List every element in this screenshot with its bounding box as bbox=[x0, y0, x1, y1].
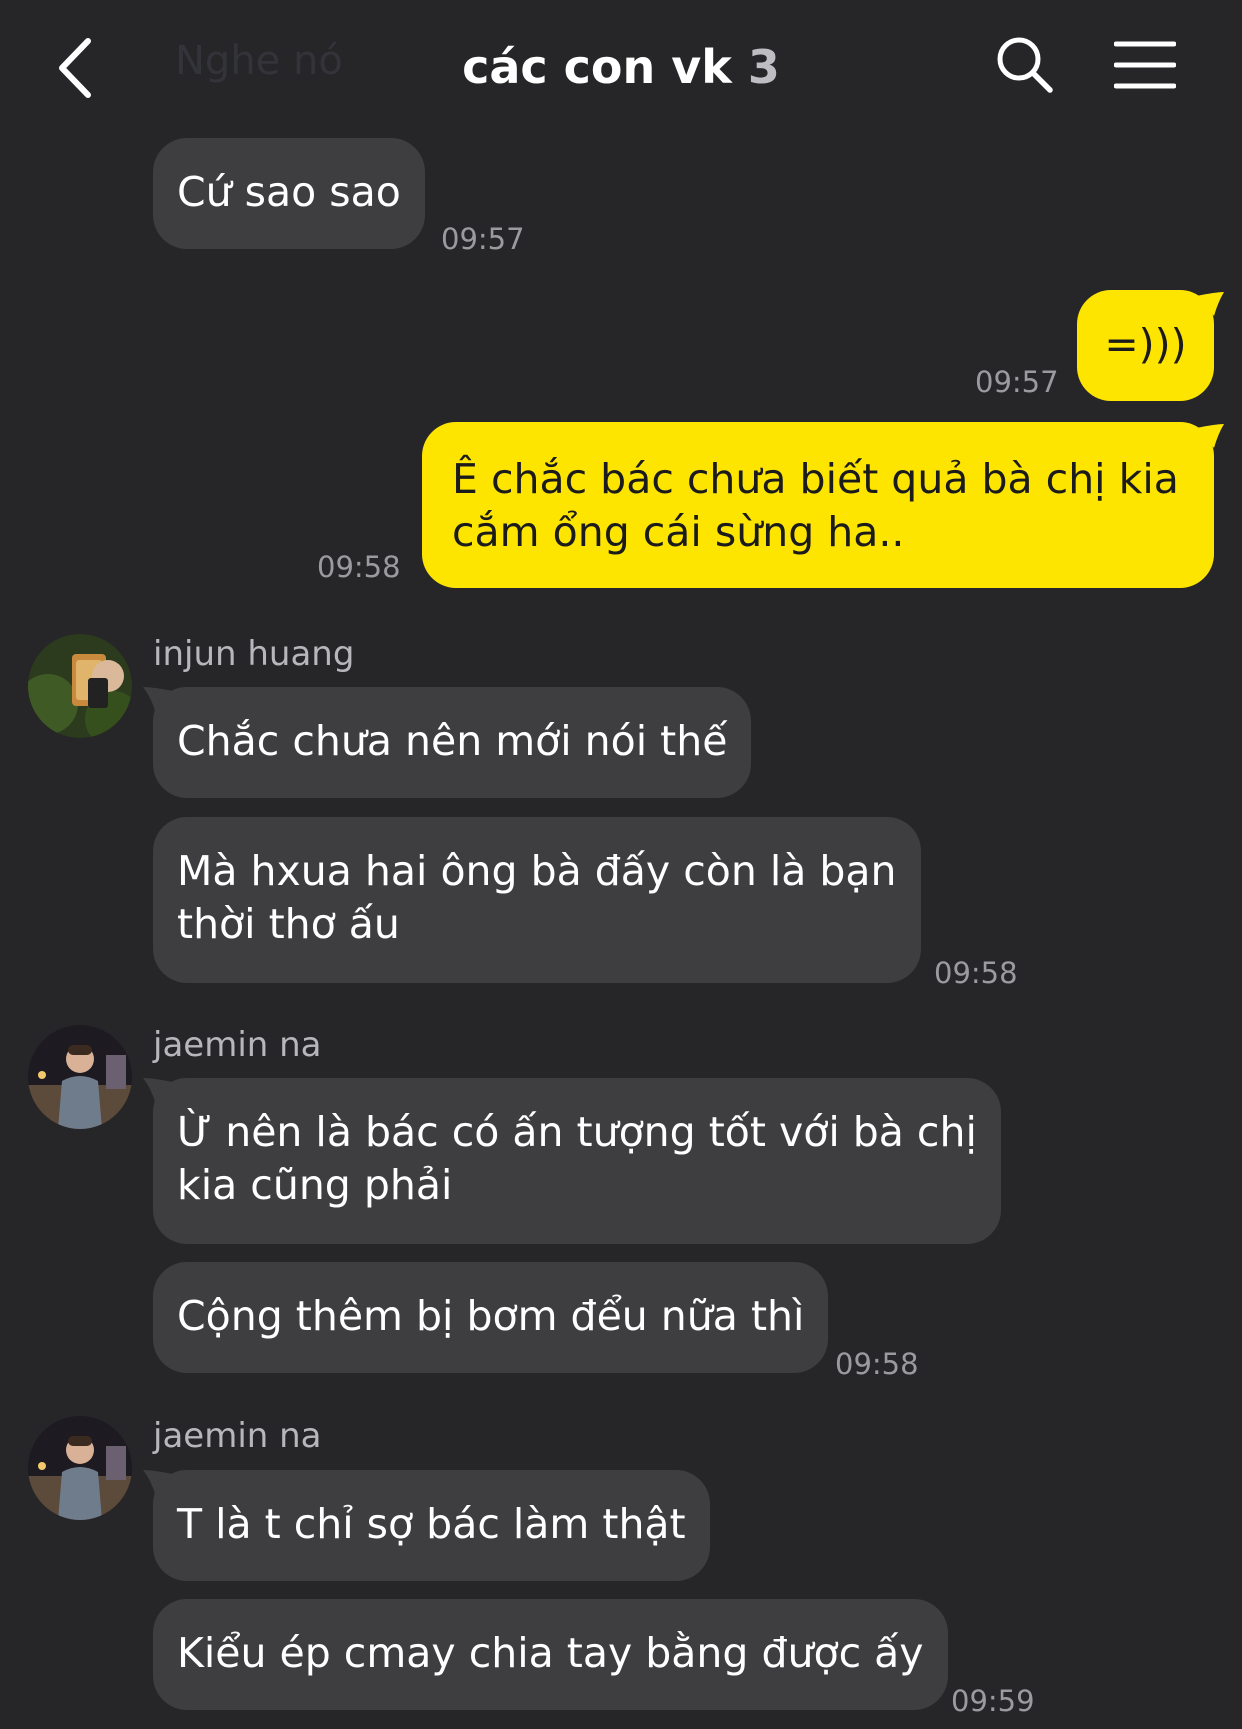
message-text: T là t chỉ sợ bác làm thật bbox=[177, 1500, 686, 1548]
message-bubble[interactable]: Kiểu ép cmay chia tay bằng được ấy bbox=[153, 1599, 948, 1710]
message-bubble[interactable]: Ê chắc bác chưa biết quả bà chị kia cắm … bbox=[422, 422, 1214, 588]
message-text: Cộng thêm bị bơm đểu nữa thì bbox=[177, 1292, 805, 1340]
member-count: 3 bbox=[747, 40, 780, 94]
bubble-tail bbox=[1196, 424, 1224, 448]
message-text: Chắc chưa nên mới nói thế bbox=[177, 717, 728, 765]
message-bubble[interactable]: Cộng thêm bị bơm đểu nữa thì bbox=[153, 1262, 829, 1373]
message-text-line: cắm ổng cái sừng ha.. bbox=[452, 508, 905, 556]
message-bubble[interactable]: Mà hxua hai ông bà đấy còn là bạn thời t… bbox=[153, 817, 921, 983]
message-text: =))) bbox=[1104, 320, 1187, 368]
message-text-line: Ê chắc bác chưa biết quả bà chị kia bbox=[452, 455, 1179, 503]
message-time: 09:59 bbox=[951, 1684, 1035, 1718]
chat-title-name: các con vk bbox=[462, 40, 732, 94]
message-time: 09:58 bbox=[934, 956, 1018, 990]
message-bubble[interactable]: Ừ nên là bác có ấn tượng tốt với bà chị … bbox=[153, 1078, 1001, 1244]
message-text: Cứ sao sao bbox=[177, 168, 401, 216]
chat-header: Nghe nó các con vk 3 bbox=[0, 0, 1242, 130]
menu-button[interactable] bbox=[1113, 40, 1177, 90]
avatar-photo bbox=[28, 634, 132, 738]
sender-name: jaemin na bbox=[153, 1025, 322, 1065]
message-time: 09:57 bbox=[441, 222, 525, 256]
message-time: 09:57 bbox=[975, 365, 1059, 399]
bubble-tail bbox=[1196, 292, 1224, 316]
message-text-line: Mà hxua hai ông bà đấy còn là bạn bbox=[177, 847, 897, 895]
message-bubble[interactable]: T là t chỉ sợ bác làm thật bbox=[153, 1470, 710, 1581]
message-time: 09:58 bbox=[835, 1347, 919, 1381]
avatar[interactable] bbox=[28, 634, 132, 738]
message-text-line: thời thơ ấu bbox=[177, 900, 400, 948]
avatar-photo bbox=[28, 1416, 132, 1520]
avatar-photo bbox=[28, 1025, 132, 1129]
search-button[interactable] bbox=[995, 35, 1055, 95]
avatar[interactable] bbox=[28, 1025, 132, 1129]
search-icon bbox=[997, 37, 1053, 93]
chat-title[interactable]: các con vk 3 bbox=[0, 40, 1242, 94]
sender-name: injun huang bbox=[153, 634, 355, 674]
avatar[interactable] bbox=[28, 1416, 132, 1520]
message-text-line: kia cũng phải bbox=[177, 1161, 453, 1209]
message-bubble[interactable]: =))) bbox=[1077, 290, 1214, 401]
message-bubble[interactable]: Chắc chưa nên mới nói thế bbox=[153, 687, 752, 798]
message-text: Kiểu ép cmay chia tay bằng được ấy bbox=[177, 1629, 924, 1677]
message-text-line: Ừ nên là bác có ấn tượng tốt với bà chị bbox=[177, 1108, 977, 1156]
message-time: 09:58 bbox=[317, 550, 401, 584]
sender-name: jaemin na bbox=[153, 1416, 322, 1456]
hamburger-menu-icon bbox=[1113, 41, 1177, 89]
message-bubble[interactable]: Cứ sao sao bbox=[153, 138, 425, 249]
